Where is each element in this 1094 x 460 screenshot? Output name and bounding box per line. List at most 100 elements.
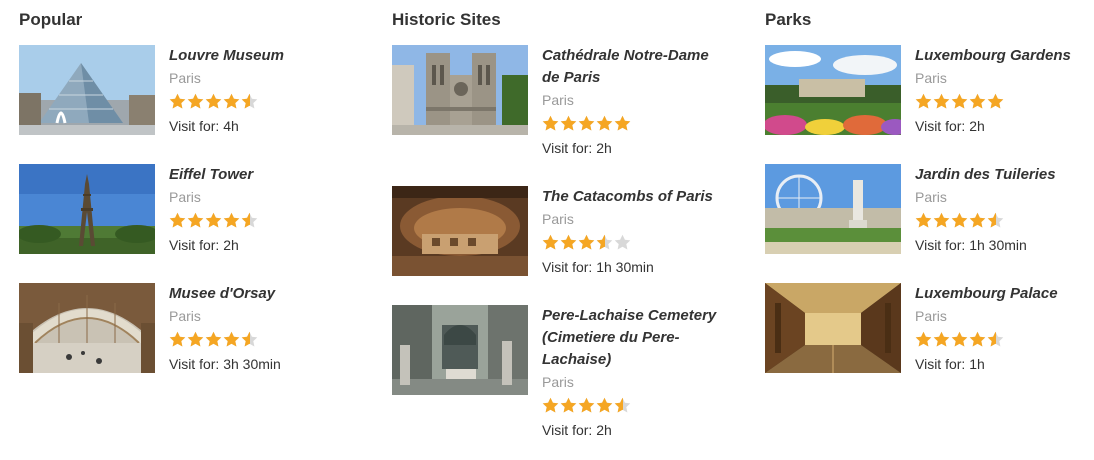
star-icon [205,93,222,111]
attraction-card[interactable]: Luxembourg Palace Paris Visit for: 1h [765,283,1094,383]
visit-duration: Visit for: 2h [169,237,239,253]
star-icon [951,93,968,111]
star-icon [560,397,577,415]
star-icon [205,212,222,230]
star-icon [169,93,186,111]
attraction-city: Paris [542,374,574,390]
orsay-thumbnail[interactable] [19,283,155,373]
louvre-thumbnail[interactable] [19,45,155,135]
attraction-name-link[interactable]: Jardin des Tuileries [915,164,1093,186]
star-icon [578,115,595,133]
star-rating [542,111,720,137]
attraction-card[interactable]: Jardin des Tuileries Paris Visit for: 1h… [765,164,1094,264]
attraction-name-link[interactable]: Luxembourg Palace [915,283,1093,305]
star-icon [205,331,222,349]
star-icon [169,212,186,230]
visit-duration: Visit for: 1h 30min [915,237,1027,253]
visit-duration: Visit for: 1h [915,356,985,372]
luxembourg-gardens-thumbnail[interactable] [765,45,901,135]
star-icon [951,331,968,349]
attraction-city: Paris [542,211,574,227]
cemetery-thumbnail[interactable] [392,305,528,395]
star-rating [915,327,1093,353]
star-icon [542,234,559,252]
attraction-name-link[interactable]: Louvre Museum [169,45,347,67]
star-icon [915,331,932,349]
star-icon [187,93,204,111]
visit-duration: Visit for: 2h [915,118,985,134]
star-icon [951,212,968,230]
star-rating [542,393,720,419]
star-icon [223,212,240,230]
star-icon [578,234,595,252]
star-icon [933,212,950,230]
star-icon [915,93,932,111]
star-icon [933,331,950,349]
star-icon [542,115,559,133]
attraction-card[interactable]: Pere-Lachaise Cemetery (Cimetiere du Per… [392,305,722,445]
catacombs-thumbnail[interactable] [392,186,528,276]
star-icon [187,212,204,230]
star-icon [223,93,240,111]
star-icon [614,234,631,252]
star-icon [223,331,240,349]
star-icon [614,397,631,415]
attraction-city: Paris [169,70,201,86]
star-icon [614,115,631,133]
star-icon [542,397,559,415]
star-icon [987,212,1004,230]
visit-duration: Visit for: 3h 30min [169,356,281,372]
eiffel-thumbnail[interactable] [19,164,155,254]
attraction-card[interactable]: Louvre Museum Paris Visit for: 4h [19,45,349,145]
star-icon [969,212,986,230]
star-icon [560,234,577,252]
attraction-city: Paris [915,70,947,86]
tuileries-thumbnail[interactable] [765,164,901,254]
attraction-card[interactable]: Cathédrale Notre-Dame de Paris Paris Vis… [392,45,722,165]
column-title: Historic Sites [392,10,501,29]
star-rating [915,89,1093,115]
star-icon [241,331,258,349]
attraction-name-link[interactable]: Musee d'Orsay [169,283,347,305]
attraction-name-link[interactable]: Pere-Lachaise Cemetery (Cimetiere du Per… [542,305,720,371]
star-icon [169,331,186,349]
attraction-name-link[interactable]: Eiffel Tower [169,164,347,186]
palace-library-thumbnail[interactable] [765,283,901,373]
attraction-city: Paris [542,92,574,108]
attraction-name-link[interactable]: The Catacombs of Paris [542,186,720,208]
visit-duration: Visit for: 2h [542,422,612,438]
star-icon [241,212,258,230]
attraction-city: Paris [169,189,201,205]
star-icon [987,331,1004,349]
column-title: Popular [19,10,83,29]
visit-duration: Visit for: 2h [542,140,612,156]
star-icon [915,212,932,230]
attraction-name-link[interactable]: Luxembourg Gardens [915,45,1093,67]
attraction-card[interactable]: Luxembourg Gardens Paris Visit for: 2h [765,45,1094,145]
star-rating [169,208,347,234]
attraction-card[interactable]: Musee d'Orsay Paris Visit for: 3h 30min [19,283,349,383]
attractions-page: Popular Louvre Museum Paris Visit for: 4… [0,0,1094,460]
star-icon [969,93,986,111]
star-rating [169,89,347,115]
star-rating [169,327,347,353]
star-rating [542,230,720,256]
attraction-city: Paris [169,308,201,324]
notre-dame-thumbnail[interactable] [392,45,528,135]
star-icon [187,331,204,349]
column-title: Parks [765,10,812,29]
star-icon [241,93,258,111]
star-rating [915,208,1093,234]
star-icon [578,397,595,415]
attraction-card[interactable]: The Catacombs of Paris Paris Visit for: … [392,186,722,286]
visit-duration: Visit for: 4h [169,118,239,134]
attraction-city: Paris [915,308,947,324]
attraction-name-link[interactable]: Cathédrale Notre-Dame de Paris [542,45,720,89]
star-icon [933,93,950,111]
star-icon [596,115,613,133]
star-icon [596,234,613,252]
star-icon [560,115,577,133]
star-icon [596,397,613,415]
attraction-card[interactable]: Eiffel Tower Paris Visit for: 2h [19,164,349,264]
star-icon [987,93,1004,111]
